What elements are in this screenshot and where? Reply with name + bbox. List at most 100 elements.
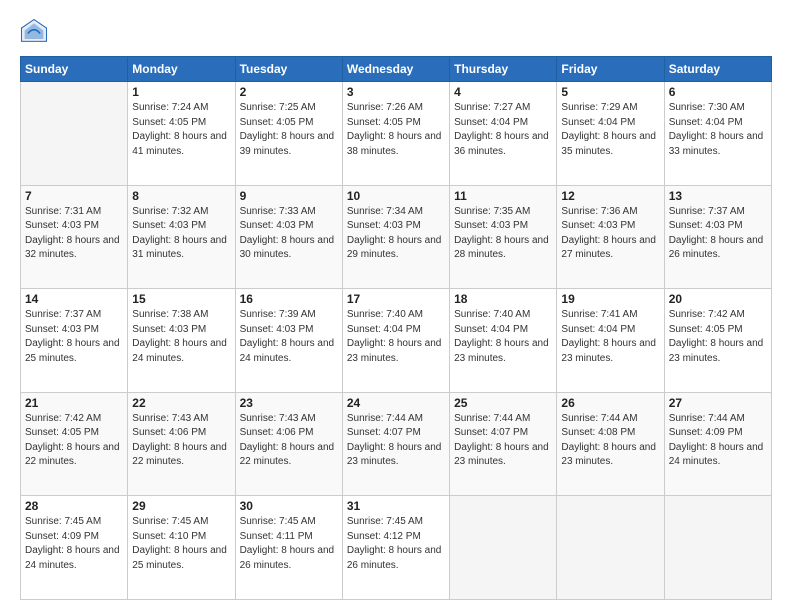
calendar-cell: 25Sunrise: 7:44 AMSunset: 4:07 PMDayligh…	[450, 392, 557, 496]
day-number: 20	[669, 292, 767, 306]
calendar-cell: 9 Sunrise: 7:33 AMSunset: 4:03 PMDaylight…	[235, 185, 342, 289]
day-number: 5	[561, 85, 659, 99]
calendar-cell: 29 Sunrise: 7:45 AMSunset: 4:10 PMDayligh…	[128, 496, 235, 600]
day-info: Sunrise: 7:45 AMSunset: 4:12 PMDaylight:…	[347, 515, 445, 573]
day-number: 11	[454, 189, 552, 203]
day-number: 21	[25, 396, 123, 410]
calendar-cell: 4 Sunrise: 7:27 AMSunset: 4:04 PMDaylight…	[450, 82, 557, 186]
calendar-cell: 10 Sunrise: 7:34 AMSunset: 4:03 PMDayligh…	[342, 185, 449, 289]
day-info: Sunrise: 7:43 AMSunset: 4:06 PMDaylight:…	[132, 412, 230, 470]
day-info: Sunrise: 7:36 AMSunset: 4:03 PMDaylight:…	[561, 205, 659, 263]
logo	[20, 18, 52, 46]
day-number: 25	[454, 396, 552, 410]
calendar-cell: 3Sunrise: 7:26 AMSunset: 4:05 PMDaylight…	[342, 82, 449, 186]
day-info: Sunrise: 7:34 AMSunset: 4:03 PMDaylight:…	[347, 205, 445, 263]
day-number: 18	[454, 292, 552, 306]
page: SundayMondayTuesdayWednesdayThursdayFrid…	[0, 0, 792, 612]
day-number: 26	[561, 396, 659, 410]
day-number: 22	[132, 396, 230, 410]
calendar-cell: 15Sunrise: 7:38 AMSunset: 4:03 PMDayligh…	[128, 289, 235, 393]
day-number: 31	[347, 499, 445, 513]
calendar-cell: 23 Sunrise: 7:43 AMSunset: 4:06 PMDayligh…	[235, 392, 342, 496]
calendar-week-row: 1 Sunrise: 7:24 AMSunset: 4:05 PMDaylight…	[21, 82, 772, 186]
day-number: 16	[240, 292, 338, 306]
day-info: Sunrise: 7:30 AMSunset: 4:04 PMDaylight:…	[669, 101, 767, 159]
day-number: 6	[669, 85, 767, 99]
day-info: Sunrise: 7:24 AMSunset: 4:05 PMDaylight:…	[132, 101, 230, 159]
calendar-week-row: 21 Sunrise: 7:42 AMSunset: 4:05 PMDayligh…	[21, 392, 772, 496]
day-info: Sunrise: 7:37 AMSunset: 4:03 PMDaylight:…	[669, 205, 767, 263]
calendar-cell: 5 Sunrise: 7:29 AMSunset: 4:04 PMDaylight…	[557, 82, 664, 186]
day-number: 29	[132, 499, 230, 513]
calendar-cell: 11 Sunrise: 7:35 AMSunset: 4:03 PMDayligh…	[450, 185, 557, 289]
day-info: Sunrise: 7:44 AMSunset: 4:09 PMDaylight:…	[669, 412, 767, 470]
day-number: 9	[240, 189, 338, 203]
day-header-wednesday: Wednesday	[342, 57, 449, 82]
calendar-cell	[664, 496, 771, 600]
calendar-cell: 13 Sunrise: 7:37 AMSunset: 4:03 PMDayligh…	[664, 185, 771, 289]
calendar-cell: 20 Sunrise: 7:42 AMSunset: 4:05 PMDayligh…	[664, 289, 771, 393]
day-info: Sunrise: 7:45 AMSunset: 4:09 PMDaylight:…	[25, 515, 123, 573]
day-number: 19	[561, 292, 659, 306]
day-number: 23	[240, 396, 338, 410]
calendar-week-row: 14 Sunrise: 7:37 AMSunset: 4:03 PMDayligh…	[21, 289, 772, 393]
calendar-cell: 8 Sunrise: 7:32 AMSunset: 4:03 PMDaylight…	[128, 185, 235, 289]
day-number: 8	[132, 189, 230, 203]
day-number: 7	[25, 189, 123, 203]
day-number: 12	[561, 189, 659, 203]
calendar-table: SundayMondayTuesdayWednesdayThursdayFrid…	[20, 56, 772, 600]
day-number: 4	[454, 85, 552, 99]
day-number: 30	[240, 499, 338, 513]
calendar-cell: 27 Sunrise: 7:44 AMSunset: 4:09 PMDayligh…	[664, 392, 771, 496]
calendar-cell: 28 Sunrise: 7:45 AMSunset: 4:09 PMDayligh…	[21, 496, 128, 600]
day-number: 10	[347, 189, 445, 203]
day-number: 2	[240, 85, 338, 99]
calendar-week-row: 7 Sunrise: 7:31 AMSunset: 4:03 PMDaylight…	[21, 185, 772, 289]
logo-icon	[20, 18, 48, 46]
day-info: Sunrise: 7:31 AMSunset: 4:03 PMDaylight:…	[25, 205, 123, 263]
calendar-cell: 18Sunrise: 7:40 AMSunset: 4:04 PMDayligh…	[450, 289, 557, 393]
day-header-tuesday: Tuesday	[235, 57, 342, 82]
day-header-sunday: Sunday	[21, 57, 128, 82]
day-info: Sunrise: 7:42 AMSunset: 4:05 PMDaylight:…	[669, 308, 767, 366]
day-info: Sunrise: 7:25 AMSunset: 4:05 PMDaylight:…	[240, 101, 338, 159]
day-number: 24	[347, 396, 445, 410]
calendar-cell: 24Sunrise: 7:44 AMSunset: 4:07 PMDayligh…	[342, 392, 449, 496]
day-header-monday: Monday	[128, 57, 235, 82]
calendar-cell: 2 Sunrise: 7:25 AMSunset: 4:05 PMDaylight…	[235, 82, 342, 186]
day-info: Sunrise: 7:35 AMSunset: 4:03 PMDaylight:…	[454, 205, 552, 263]
calendar-cell: 12 Sunrise: 7:36 AMSunset: 4:03 PMDayligh…	[557, 185, 664, 289]
day-info: Sunrise: 7:43 AMSunset: 4:06 PMDaylight:…	[240, 412, 338, 470]
calendar-cell	[557, 496, 664, 600]
day-info: Sunrise: 7:29 AMSunset: 4:04 PMDaylight:…	[561, 101, 659, 159]
calendar-cell: 31 Sunrise: 7:45 AMSunset: 4:12 PMDayligh…	[342, 496, 449, 600]
calendar-cell	[450, 496, 557, 600]
day-info: Sunrise: 7:27 AMSunset: 4:04 PMDaylight:…	[454, 101, 552, 159]
day-number: 14	[25, 292, 123, 306]
day-info: Sunrise: 7:33 AMSunset: 4:03 PMDaylight:…	[240, 205, 338, 263]
day-number: 28	[25, 499, 123, 513]
header	[20, 18, 772, 46]
day-number: 17	[347, 292, 445, 306]
day-info: Sunrise: 7:42 AMSunset: 4:05 PMDaylight:…	[25, 412, 123, 470]
day-number: 1	[132, 85, 230, 99]
day-header-saturday: Saturday	[664, 57, 771, 82]
day-info: Sunrise: 7:32 AMSunset: 4:03 PMDaylight:…	[132, 205, 230, 263]
calendar-header-row: SundayMondayTuesdayWednesdayThursdayFrid…	[21, 57, 772, 82]
calendar-cell: 17 Sunrise: 7:40 AMSunset: 4:04 PMDayligh…	[342, 289, 449, 393]
day-info: Sunrise: 7:41 AMSunset: 4:04 PMDaylight:…	[561, 308, 659, 366]
calendar-cell: 7 Sunrise: 7:31 AMSunset: 4:03 PMDaylight…	[21, 185, 128, 289]
calendar-cell: 16 Sunrise: 7:39 AMSunset: 4:03 PMDayligh…	[235, 289, 342, 393]
day-header-thursday: Thursday	[450, 57, 557, 82]
day-info: Sunrise: 7:45 AMSunset: 4:10 PMDaylight:…	[132, 515, 230, 573]
day-info: Sunrise: 7:39 AMSunset: 4:03 PMDaylight:…	[240, 308, 338, 366]
day-info: Sunrise: 7:37 AMSunset: 4:03 PMDaylight:…	[25, 308, 123, 366]
day-number: 27	[669, 396, 767, 410]
calendar-cell: 22 Sunrise: 7:43 AMSunset: 4:06 PMDayligh…	[128, 392, 235, 496]
calendar-cell: 1 Sunrise: 7:24 AMSunset: 4:05 PMDaylight…	[128, 82, 235, 186]
calendar-cell: 6 Sunrise: 7:30 AMSunset: 4:04 PMDaylight…	[664, 82, 771, 186]
day-number: 15	[132, 292, 230, 306]
day-info: Sunrise: 7:40 AMSunset: 4:04 PMDaylight:…	[347, 308, 445, 366]
day-number: 13	[669, 189, 767, 203]
calendar-cell	[21, 82, 128, 186]
